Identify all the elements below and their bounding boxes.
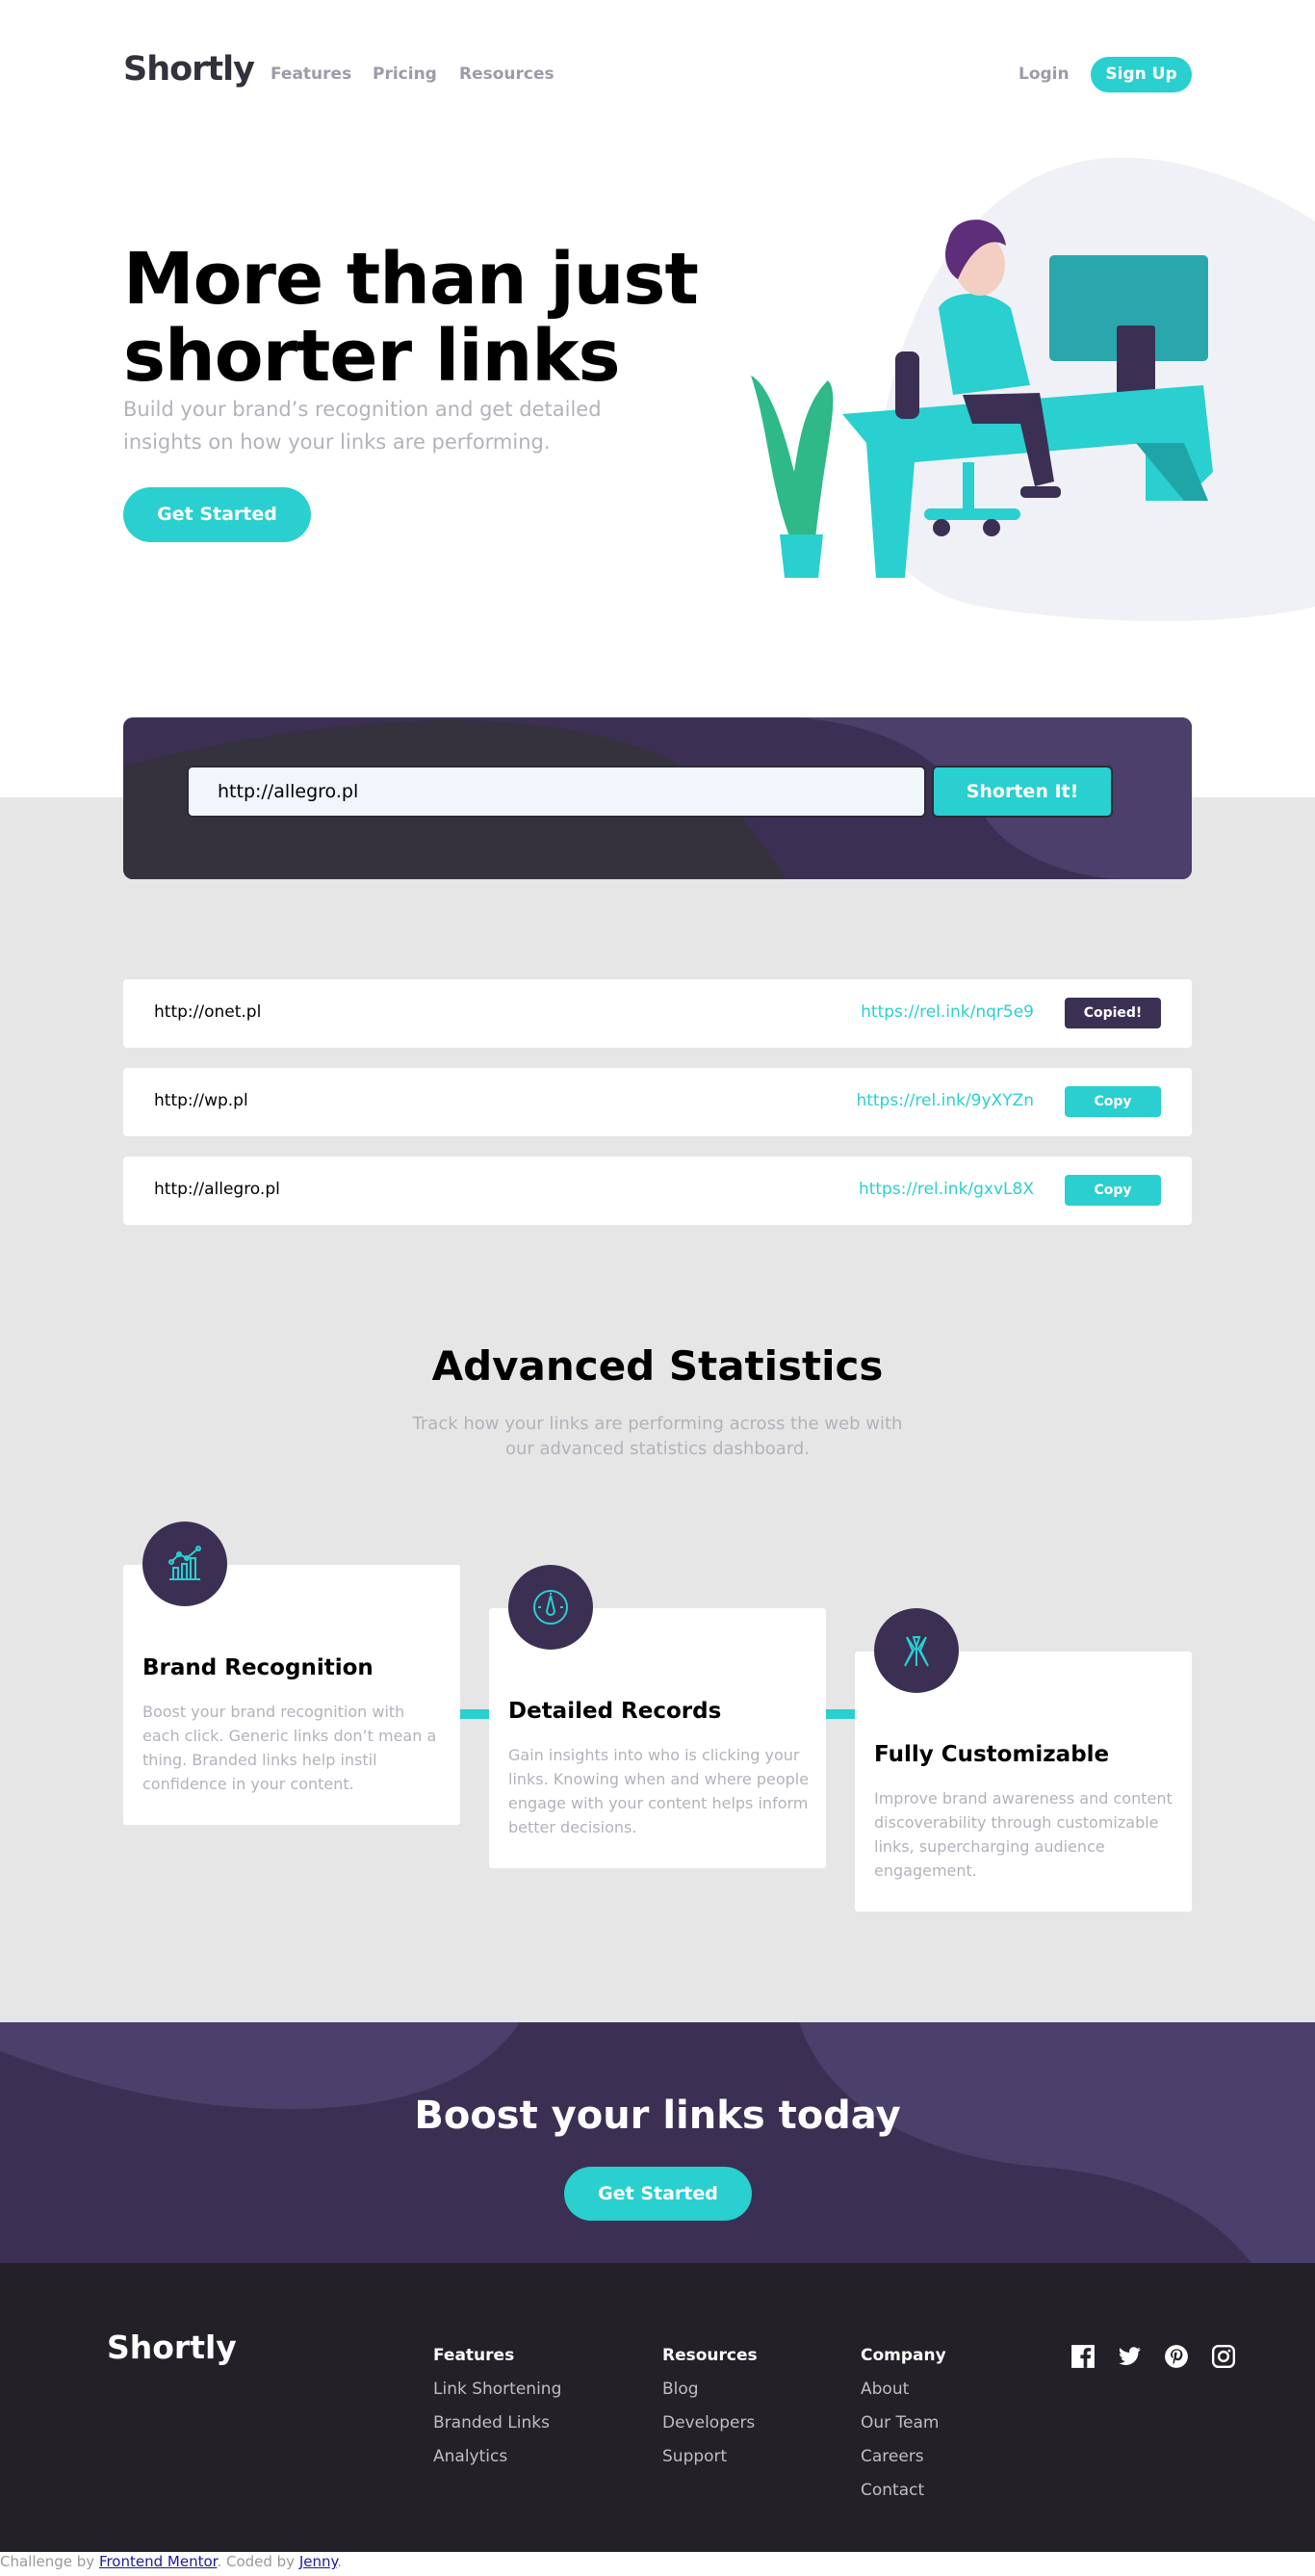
copy-button[interactable]: Copied! (1065, 998, 1161, 1028)
detailed-records-icon (508, 1565, 593, 1650)
nav-link-features[interactable]: Features (271, 65, 351, 84)
hero-subtitle: Build your brand’s recognition and get d… (123, 398, 602, 454)
card-text: Gain insights into who is clicking your … (508, 1746, 810, 1836)
hero-title-line1: More than just (123, 238, 699, 321)
result-row: http://onet.pl https://rel.ink/nqr5e9 Co… (123, 979, 1192, 1048)
login-link[interactable]: Login (1018, 65, 1070, 84)
original-url: http://onet.pl (154, 1002, 262, 1022)
facebook-icon[interactable] (1070, 2344, 1096, 2369)
footer-link[interactable]: Blog (662, 2380, 699, 2399)
short-url[interactable]: https://rel.ink/nqr5e9 (861, 1002, 1034, 1022)
nav-link-resources[interactable]: Resources (459, 65, 554, 84)
attribution-prefix: Challenge by (0, 2553, 99, 2570)
card-title: Fully Customizable (874, 1742, 1110, 1767)
signup-button[interactable]: Sign Up (1091, 57, 1192, 92)
short-url[interactable]: https://rel.ink/gxvL8X (859, 1180, 1034, 1199)
boost-get-started-button[interactable]: Get Started (564, 2167, 752, 2221)
boost-section (0, 2022, 1315, 2263)
attribution-suffix: . (337, 2553, 343, 2570)
footer-logo[interactable]: Shortly (107, 2329, 237, 2366)
pinterest-icon[interactable] (1164, 2344, 1189, 2369)
logo[interactable]: Shortly (123, 50, 255, 89)
original-url: http://wp.pl (154, 1091, 248, 1110)
instagram-icon[interactable] (1211, 2344, 1236, 2369)
card-text: Boost your brand recognition with each c… (142, 1703, 437, 1793)
attribution-middle: . Coded by (217, 2553, 299, 2570)
footer-link[interactable]: About (861, 2380, 909, 2399)
brand-recognition-icon (142, 1522, 227, 1606)
fully-customizable-icon (874, 1608, 959, 1693)
hero-get-started-button[interactable]: Get Started (123, 487, 311, 542)
footer-link[interactable]: Developers (662, 2413, 755, 2433)
footer-heading-features: Features (433, 2346, 515, 2365)
footer (0, 2263, 1315, 2552)
footer-link[interactable]: Support (662, 2447, 727, 2466)
boost-bg-pattern (0, 2022, 1315, 2263)
frontend-mentor-link[interactable]: Frontend Mentor (99, 2553, 218, 2570)
card-title: Brand Recognition (142, 1655, 374, 1680)
twitter-icon[interactable] (1117, 2344, 1142, 2369)
short-url[interactable]: https://rel.ink/9yXYZn (856, 1091, 1034, 1110)
footer-link[interactable]: Our Team (861, 2413, 939, 2433)
footer-heading-company: Company (861, 2346, 946, 2365)
footer-link[interactable]: Link Shortening (433, 2380, 561, 2399)
footer-link[interactable]: Contact (861, 2481, 924, 2500)
nav-link-pricing[interactable]: Pricing (373, 65, 437, 84)
hero-title: More than just shorter links (123, 238, 699, 398)
copy-button[interactable]: Copy (1065, 1175, 1161, 1206)
stats-subtitle: Track how your links are performing acro… (412, 1414, 903, 1459)
card-title: Detailed Records (508, 1699, 722, 1724)
working-person-illustration (751, 157, 1315, 621)
hero-title-line2: shorter links (123, 315, 621, 398)
result-row: http://allegro.pl https://rel.ink/gxvL8X… (123, 1157, 1192, 1225)
footer-link[interactable]: Branded Links (433, 2413, 550, 2433)
boost-title: Boost your links today (414, 2094, 901, 2138)
stats-title: Advanced Statistics (431, 1342, 884, 1390)
original-url: http://allegro.pl (154, 1180, 280, 1199)
shorten-button[interactable]: Shorten It! (932, 766, 1113, 818)
footer-heading-resources: Resources (662, 2346, 758, 2365)
footer-link[interactable]: Careers (861, 2447, 924, 2466)
result-row: http://wp.pl https://rel.ink/9yXYZn Copy (123, 1068, 1192, 1136)
copy-button[interactable]: Copy (1065, 1086, 1161, 1117)
author-link[interactable]: Jenny (299, 2553, 337, 2570)
shorten-url-input[interactable]: http://allegro.pl (187, 766, 926, 818)
card-text: Improve brand awareness and content disc… (874, 1789, 1173, 1880)
attribution: Challenge by Frontend Mentor. Coded by J… (0, 2553, 342, 2570)
footer-link[interactable]: Analytics (433, 2447, 507, 2466)
